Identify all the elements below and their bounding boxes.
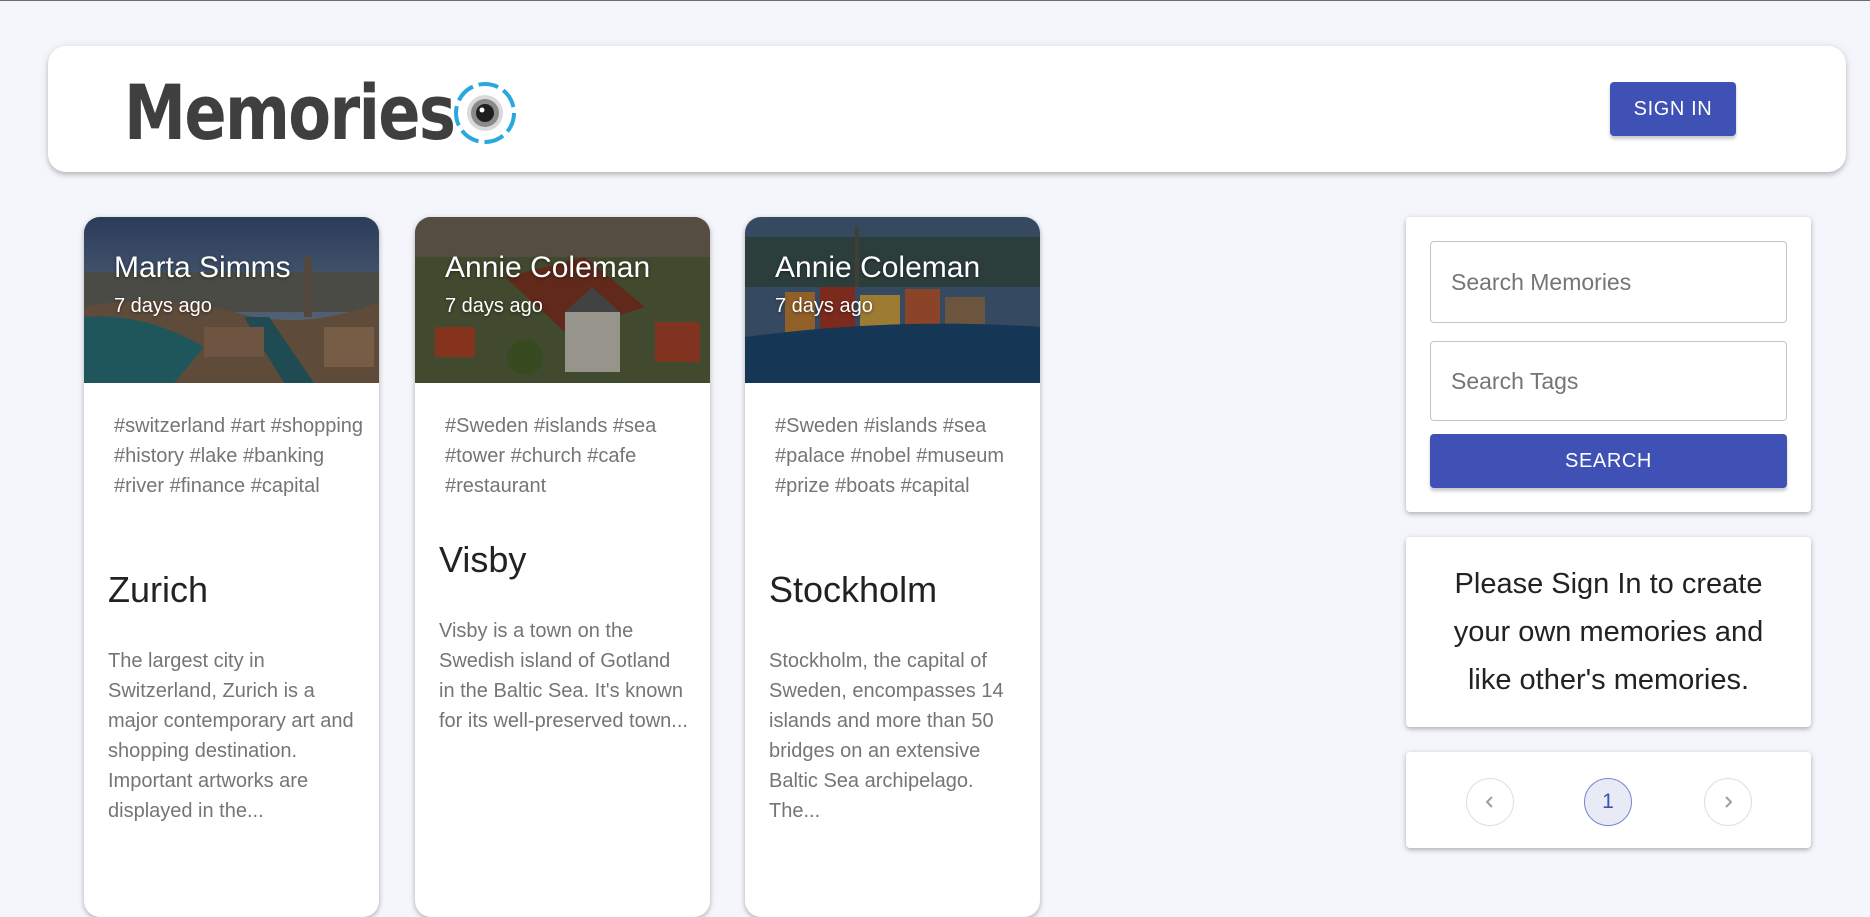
search-memories-input[interactable]	[1430, 241, 1787, 323]
card-image: Annie Coleman 7 days ago	[745, 217, 1040, 383]
brand[interactable]: Memories	[124, 68, 518, 158]
sign-in-prompt-panel: Please Sign In to create your own memori…	[1406, 537, 1811, 727]
search-tags-input[interactable]	[1430, 341, 1787, 421]
card-title: Visby	[439, 539, 527, 580]
sign-in-prompt-text: Please Sign In to create your own memori…	[1453, 568, 1764, 696]
search-button[interactable]: SEARCH	[1430, 434, 1787, 488]
card-tags: #Sweden #islands #sea #palace #nobel #mu…	[775, 415, 1005, 497]
card-title: Stockholm	[769, 569, 938, 610]
card-tags: #switzerland #art #shopping #history #la…	[114, 415, 364, 497]
app-title: Memories	[124, 68, 456, 157]
card-author: Annie Coleman	[445, 251, 651, 284]
card-image: Annie Coleman 7 days ago	[415, 217, 710, 383]
next-page-icon	[1725, 796, 1733, 808]
card-author: Annie Coleman	[775, 251, 981, 284]
chevron-right-icon[interactable]	[1704, 778, 1752, 826]
previous-page-icon	[1485, 796, 1493, 808]
search-panel: SEARCH	[1406, 217, 1811, 512]
sign-in-button[interactable]: SIGN IN	[1610, 82, 1736, 136]
memory-card[interactable]: Annie Coleman 7 days ago #Sweden #island…	[745, 217, 1040, 917]
card-tags: #Sweden #islands #sea #tower #church #ca…	[445, 415, 657, 497]
card-message: The largest city in Switzerland, Zurich …	[108, 650, 354, 822]
page-number-button[interactable]: 1	[1584, 778, 1632, 826]
card-message: Visby is a town on the Swedish island of…	[439, 620, 688, 732]
memory-card[interactable]: Marta Simms 7 days ago #switzerland #art…	[84, 217, 379, 917]
camera-lens-logo-icon	[454, 82, 516, 144]
chevron-left-icon[interactable]	[1466, 778, 1514, 826]
pagination: 1	[1406, 752, 1811, 848]
card-author: Marta Simms	[114, 251, 291, 284]
card-timestamp: 7 days ago	[114, 295, 212, 317]
card-image: Marta Simms 7 days ago	[84, 217, 379, 383]
window-top-border	[0, 0, 1870, 1]
memory-card[interactable]: Annie Coleman 7 days ago #Sweden #island…	[415, 217, 710, 917]
card-message: Stockholm, the capital of Sweden, encomp…	[769, 650, 1004, 822]
card-timestamp: 7 days ago	[445, 295, 543, 317]
card-title: Zurich	[108, 569, 209, 610]
app-bar: Memories SIGN IN	[48, 46, 1846, 172]
card-timestamp: 7 days ago	[775, 295, 873, 317]
